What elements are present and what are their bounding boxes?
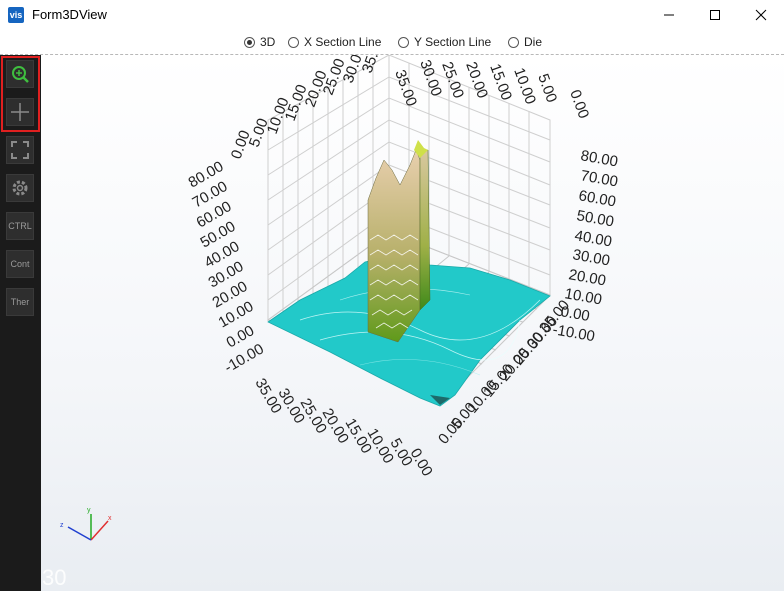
radio-dot — [244, 36, 255, 48]
z-right-tick: 60.00 — [577, 187, 617, 210]
radio-label: Die — [524, 35, 543, 49]
z-right-tick: 70.00 — [579, 167, 619, 190]
minimize-button[interactable] — [646, 0, 692, 30]
selection-highlight — [1, 56, 40, 132]
app-icon: vis — [8, 7, 24, 23]
axis-gizmo: y x z — [60, 507, 112, 541]
radio-dot — [508, 36, 519, 48]
maximize-icon — [710, 10, 720, 20]
gizmo-x-label: x — [108, 515, 112, 522]
gizmo-y-label: y — [87, 507, 91, 514]
radio-3d[interactable]: 3D — [244, 35, 275, 49]
x-axis-tick-back: 10.00 — [510, 66, 539, 107]
gizmo-z-label: z — [60, 522, 64, 529]
x-axis-tick-back: 0.00 — [566, 88, 592, 121]
radio-y-section-line[interactable]: Y Section Line — [398, 35, 491, 49]
cont-button[interactable]: Cont — [6, 250, 34, 278]
fit-view-button[interactable] — [6, 136, 34, 164]
close-icon — [755, 9, 767, 21]
z-right-tick: 50.00 — [575, 207, 615, 230]
settings-button[interactable] — [6, 174, 34, 202]
z-right-tick: 30.00 — [571, 246, 611, 269]
radio-x-section-line[interactable]: X Section Line — [288, 35, 381, 49]
ctrl-button[interactable]: CTRL — [6, 212, 34, 240]
ther-button[interactable]: Ther — [6, 288, 34, 316]
radio-dot — [398, 36, 409, 48]
3d-viewport[interactable]: -10.00 0.00 10.00 20.00 30.00 40.00 50.0… — [41, 55, 784, 591]
radio-label: Y Section Line — [414, 35, 492, 49]
close-button[interactable] — [738, 0, 784, 30]
title-bar: vis Form3DView — [0, 0, 784, 30]
window-title: Form3DView — [32, 7, 107, 22]
view-mode-bar: 3D X Section Line Y Section Line Die — [0, 30, 784, 55]
3d-plot[interactable]: -10.00 0.00 10.00 20.00 30.00 40.00 50.0… — [41, 55, 784, 591]
fps-counter: 30 — [42, 565, 67, 590]
x-axis-tick-back: 35.00 — [391, 68, 420, 109]
tool-sidebar: CTRL Cont Ther — [0, 55, 41, 591]
radio-label: X Section Line — [304, 35, 382, 49]
radio-die[interactable]: Die — [508, 35, 542, 49]
radio-label: 3D — [260, 35, 276, 49]
gear-icon — [12, 180, 28, 196]
maximize-button[interactable] — [692, 0, 738, 30]
fit-view-icon — [11, 141, 29, 159]
minimize-icon — [664, 14, 674, 16]
radio-dot — [288, 36, 299, 48]
